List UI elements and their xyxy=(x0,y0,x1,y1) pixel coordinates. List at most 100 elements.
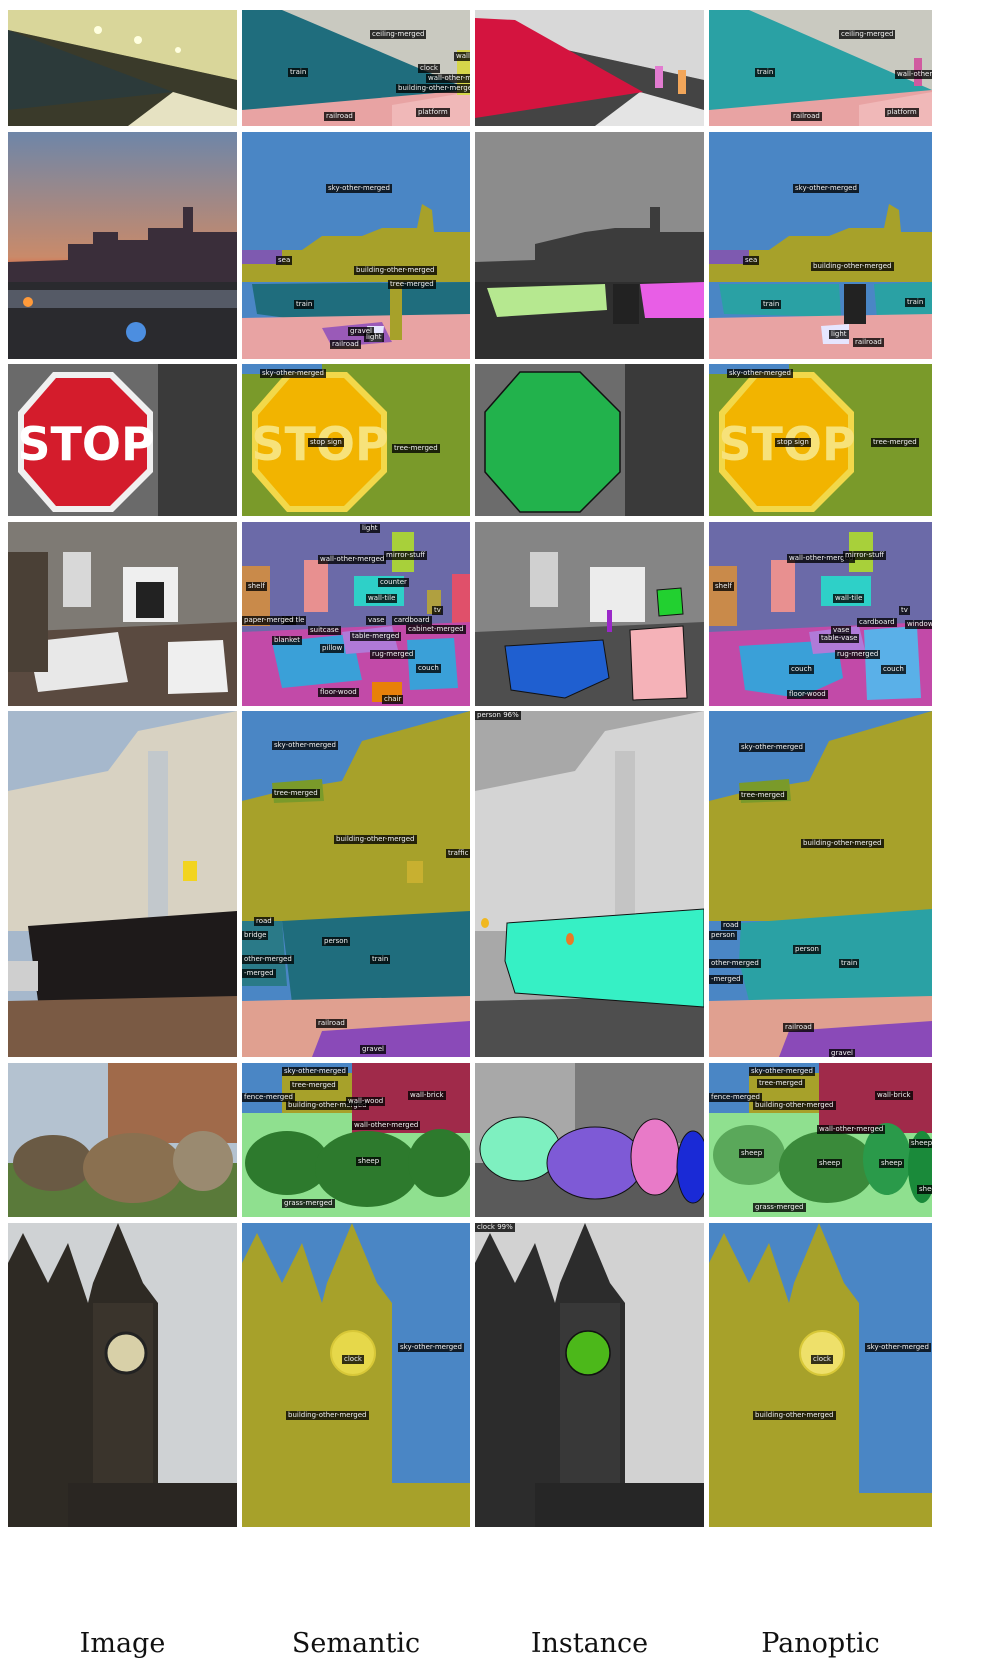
row5-semantic-label-10: train xyxy=(370,955,391,964)
row5-panoptic-label-5: person xyxy=(709,931,737,940)
row5-panoptic-label-2: tree-merged xyxy=(739,791,787,800)
figure: ceiling-merged wall-ti clock wall-other-… xyxy=(0,0,990,1665)
row7-panoptic: clock sky-other-merged building-other-me… xyxy=(709,1223,932,1527)
row4-semantic-label-7: tv xyxy=(432,606,443,615)
row7-semantic-label-2: sky-other-merged xyxy=(398,1343,464,1352)
row6-panoptic-label-8: sheep xyxy=(817,1159,843,1168)
row6-semantic-label-9: grass-merged xyxy=(282,1199,335,1208)
row3-panoptic-label-1: sky-other-merged xyxy=(727,369,793,378)
row4-semantic-label-3: mirror-stuff xyxy=(384,551,428,560)
row1-semantic-label-4: wall-other-merged xyxy=(426,74,470,83)
column-title-instance: Instance xyxy=(530,1628,649,1659)
row4-panoptic-label-5: tv xyxy=(899,606,910,615)
row4-semantic-label-2: wall-other-merged xyxy=(318,555,387,564)
row2-semantic-label-2: sea xyxy=(276,256,293,265)
row2-semantic-label-3: building-other-merged xyxy=(354,266,437,275)
row4-panoptic-label-4: wall-tile xyxy=(833,594,865,603)
row5-panoptic-label-7: other-merged xyxy=(709,959,761,968)
row5-panoptic-label-1: sky-other-merged xyxy=(739,743,805,752)
column-title-panoptic: Panoptic xyxy=(761,1628,880,1659)
row6-image xyxy=(8,1063,237,1217)
row2-semantic: sky-other-merged sea building-other-merg… xyxy=(242,132,470,359)
row1-panoptic: ceiling-merged train wall-other-merged r… xyxy=(709,10,932,126)
row7-semantic: clock sky-other-merged building-other-me… xyxy=(242,1223,470,1527)
row6-semantic: sky-other-merged tree-merged fence-merge… xyxy=(242,1063,470,1217)
row6-panoptic-label-4: building-other-merged xyxy=(753,1101,836,1110)
row1-semantic-label-8: platform xyxy=(416,108,450,117)
row6-semantic-label-2: tree-merged xyxy=(290,1081,338,1090)
row4-panoptic-label-10: rug-merged xyxy=(835,650,881,659)
row1-semantic: ceiling-merged wall-ti clock wall-other-… xyxy=(242,10,470,126)
row6-panoptic-label-5: wall-brick xyxy=(875,1091,913,1100)
row1-semantic-label-5: train xyxy=(288,68,309,77)
row5-semantic-label-9: -merged xyxy=(242,969,276,978)
row3-panoptic: STOP sky-other-merged stop sign tree-mer… xyxy=(709,364,932,516)
row6-panoptic-label-11: sheep xyxy=(917,1185,932,1194)
row4-panoptic: wall-other-merged mirror-stuff shelf wal… xyxy=(709,522,932,706)
row4-semantic-label-6: wall-tile xyxy=(366,594,398,603)
row5-semantic-label-5: road xyxy=(254,917,274,926)
row5-panoptic-label-10: railroad xyxy=(783,1023,814,1032)
row5-instance-label-1: person 96% xyxy=(475,711,521,720)
row4-semantic-label-16: pillow xyxy=(320,644,345,653)
row2-panoptic-label-6: light xyxy=(829,330,849,339)
row7-panoptic-label-3: building-other-merged xyxy=(753,1411,836,1420)
row5-panoptic: sky-other-merged tree-merged building-ot… xyxy=(709,711,932,1057)
row2-semantic-label-1: sky-other-merged xyxy=(326,184,392,193)
row5-semantic-label-7: person xyxy=(322,937,350,946)
row4-panoptic-label-7: window- xyxy=(905,620,932,629)
row1-semantic-label-2: wall-ti xyxy=(454,52,470,61)
row6-instance xyxy=(475,1063,704,1217)
row7-image xyxy=(8,1223,237,1527)
row6-semantic-label-5: wall-wood xyxy=(346,1097,386,1106)
row4-semantic-label-15: blanket xyxy=(272,636,302,645)
row5-panoptic-label-8: -merged xyxy=(709,975,743,984)
row5-semantic-label-3: building-other-merged xyxy=(334,835,417,844)
row6-panoptic-label-1: sky-other-merged xyxy=(749,1067,815,1076)
row5-semantic-label-11: railroad xyxy=(316,1019,347,1028)
row6-semantic-label-1: sky-other-merged xyxy=(282,1067,348,1076)
row4-semantic-label-19: floor-wood xyxy=(318,688,359,697)
row1-semantic-label-7: railroad xyxy=(324,112,355,121)
row7-semantic-label-3: building-other-merged xyxy=(286,1411,369,1420)
row2-image xyxy=(8,132,237,359)
row6-panoptic-label-7: sheep xyxy=(739,1149,765,1158)
row4-semantic-label-17: rug-merged xyxy=(370,650,416,659)
row4-semantic-label-10: vase xyxy=(366,616,387,625)
row1-semantic-label-6: building-other-merged xyxy=(396,84,470,93)
row2-panoptic: sky-other-merged sea building-other-merg… xyxy=(709,132,932,359)
row2-semantic-label-7: light xyxy=(364,333,384,342)
row4-semantic-label-18: couch xyxy=(416,664,441,673)
row2-panoptic-label-3: building-other-merged xyxy=(811,262,894,271)
row4-semantic: light wall-other-merged mirror-stuff cou… xyxy=(242,522,470,706)
row5-panoptic-label-6: person xyxy=(793,945,821,954)
row5-semantic-label-12: gravel xyxy=(360,1045,387,1054)
column-title-semantic: Semantic xyxy=(291,1628,421,1659)
row4-semantic-label-11: cardboard xyxy=(392,616,432,625)
row4-semantic-label-20: chair xyxy=(382,695,404,704)
row6-semantic-label-7: wall-other-merged xyxy=(352,1121,421,1130)
row4-semantic-label-4: counter xyxy=(378,578,409,587)
row6-semantic-label-8: sheep xyxy=(356,1157,382,1166)
row2-panoptic-label-7: railroad xyxy=(853,338,884,347)
row3-semantic-label-2: stop sign xyxy=(308,438,344,447)
row6-semantic-label-6: wall-brick xyxy=(408,1091,446,1100)
row7-instance-label-1: clock 99% xyxy=(475,1223,515,1232)
row5-semantic-label-4: traffic xyxy=(446,849,470,858)
row1-panoptic-label-4: railroad xyxy=(791,112,822,121)
svg-text:STOP: STOP xyxy=(17,417,154,471)
row4-panoptic-label-9: table-vase xyxy=(819,634,860,643)
row2-panoptic-label-1: sky-other-merged xyxy=(793,184,859,193)
row6-panoptic-label-12: grass-merged xyxy=(753,1203,806,1212)
row7-semantic-label-1: clock xyxy=(342,1355,364,1364)
row3-semantic-label-3: tree-merged xyxy=(392,444,440,453)
row5-panoptic-label-9: train xyxy=(839,959,860,968)
row3-semantic-label-1: sky-other-merged xyxy=(260,369,326,378)
row4-panoptic-label-2: mirror-stuff xyxy=(843,551,887,560)
row5-semantic: sky-other-merged tree-merged building-ot… xyxy=(242,711,470,1057)
row4-semantic-label-14: table-merged xyxy=(350,632,402,641)
row4-panoptic-label-6: cardboard xyxy=(857,618,897,627)
row1-panoptic-label-1: ceiling-merged xyxy=(839,30,896,39)
row6-panoptic-label-6: wall-other-merged xyxy=(817,1125,886,1134)
row4-panoptic-label-12: couch xyxy=(881,665,906,674)
